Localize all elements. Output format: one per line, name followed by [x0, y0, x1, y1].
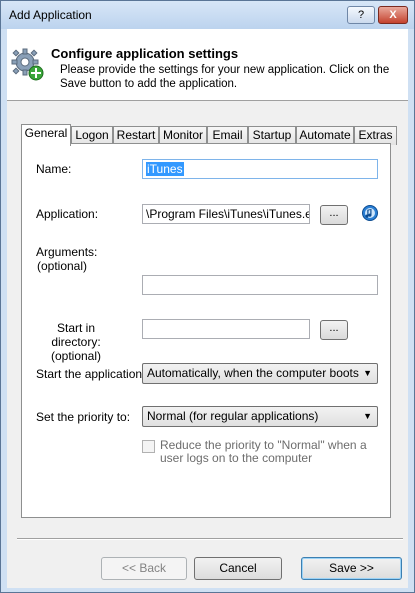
- name-label: Name:: [36, 162, 72, 176]
- cancel-button[interactable]: Cancel: [194, 557, 282, 580]
- priority-value: Normal (for regular applications): [147, 409, 319, 423]
- start-directory-browse-button[interactable]: ...: [320, 320, 348, 340]
- priority-select[interactable]: Normal (for regular applications) ▼: [142, 406, 378, 427]
- dialog-body: Configure application settings Please pr…: [7, 29, 408, 588]
- general-tab-panel: Name: iTunes Application: \Program Files…: [21, 143, 391, 518]
- arguments-label-text: Arguments:: [36, 245, 98, 259]
- itunes-note-icon: [362, 205, 378, 221]
- header-title: Configure application settings: [51, 46, 239, 61]
- tab-general[interactable]: General: [21, 124, 71, 146]
- add-application-window: Add Application ? X Configure applicatio…: [0, 0, 415, 593]
- help-button[interactable]: ?: [347, 6, 375, 24]
- name-value: iTunes: [146, 162, 184, 176]
- footer-separator: [17, 538, 403, 540]
- chevron-down-icon: ▼: [363, 411, 372, 421]
- dialog-header: Configure application settings Please pr…: [7, 29, 408, 101]
- title-bar[interactable]: Add Application ? X: [1, 1, 414, 29]
- back-button[interactable]: << Back: [101, 557, 187, 580]
- start-directory-optional-text: (optional): [50, 349, 102, 363]
- arguments-optional-text: (optional): [36, 259, 88, 273]
- header-subtitle: Please provide the settings for your new…: [60, 64, 390, 90]
- window-title: Add Application: [9, 8, 92, 22]
- arguments-label: Arguments: (optional): [36, 245, 98, 273]
- name-field[interactable]: iTunes: [142, 159, 378, 179]
- close-button[interactable]: X: [378, 6, 408, 24]
- application-field[interactable]: \Program Files\iTunes\iTunes.exe: [142, 204, 310, 224]
- application-label: Application:: [36, 207, 99, 221]
- start-directory-field[interactable]: [142, 319, 310, 339]
- priority-label: Set the priority to:: [36, 410, 131, 424]
- reduce-priority-checkbox[interactable]: [142, 440, 155, 453]
- start-directory-label-text: Start in directory:: [51, 321, 101, 349]
- start-application-label: Start the application:: [36, 367, 146, 381]
- save-button[interactable]: Save >>: [301, 557, 402, 580]
- start-directory-label: Start in directory: (optional): [36, 321, 116, 363]
- start-application-value: Automatically, when the computer boots: [147, 366, 359, 380]
- chevron-down-icon: ▼: [363, 368, 372, 378]
- gear-add-icon: [11, 48, 44, 81]
- start-application-select[interactable]: Automatically, when the computer boots ▼: [142, 363, 378, 384]
- application-browse-button[interactable]: ...: [320, 205, 348, 225]
- reduce-priority-label: Reduce the priority to "Normal" when a u…: [160, 438, 367, 465]
- arguments-field[interactable]: [142, 275, 378, 295]
